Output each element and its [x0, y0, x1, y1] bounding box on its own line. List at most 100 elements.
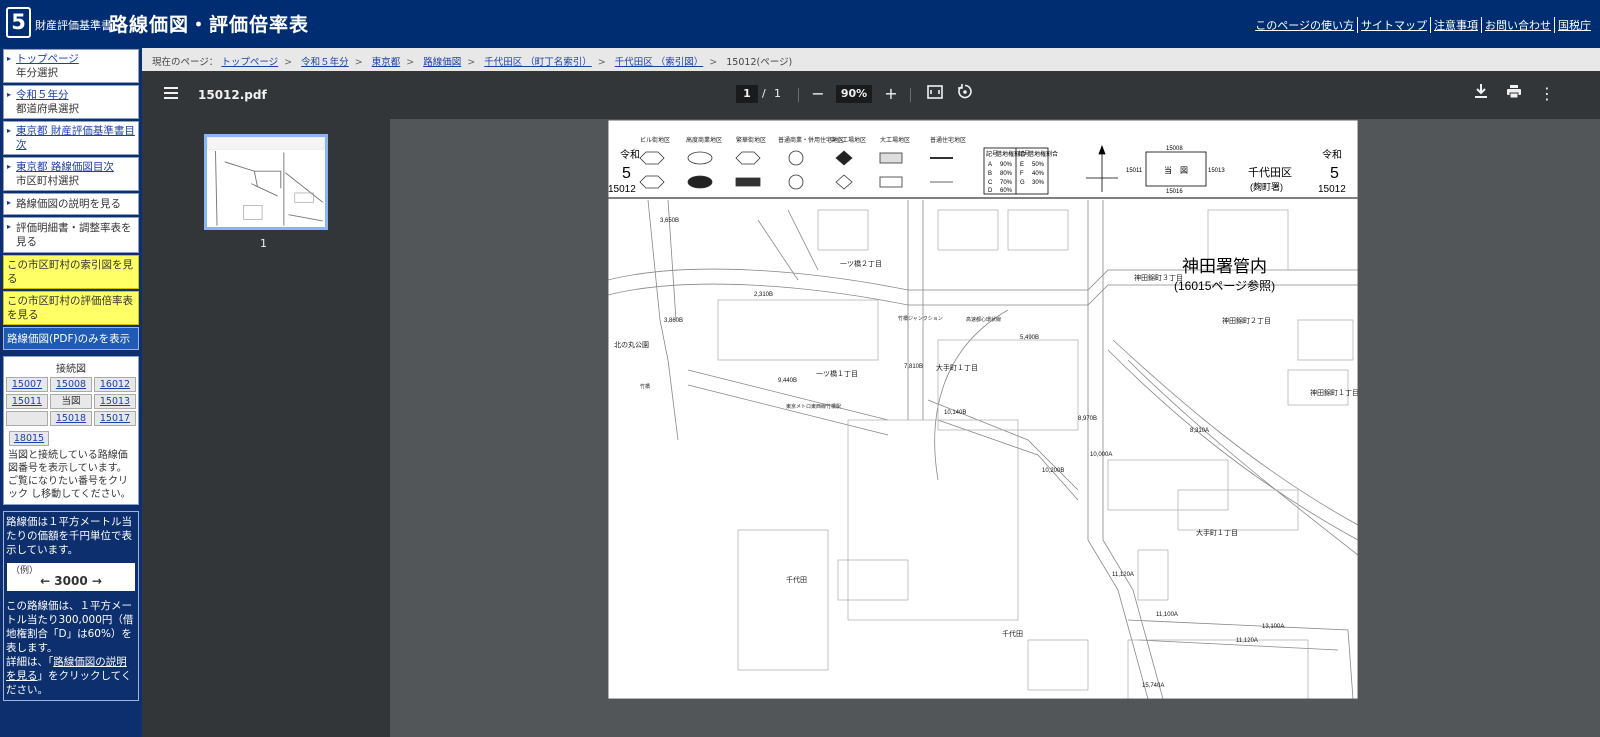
connection-cell: 18015	[9, 431, 49, 446]
nav-link-tokyo-index[interactable]: 東京都 財産評価基準書目次	[16, 124, 135, 152]
sidebar: トップページ年分選択 令和５年分都道府県選択 東京都 財産評価基準書目次 東京都…	[0, 48, 142, 737]
place-label: 神田錦町２丁目	[1222, 316, 1271, 325]
connection-link[interactable]: 15017	[100, 413, 130, 424]
nav-link-tokyo-map-index[interactable]: 東京都 路線価図目次	[16, 160, 135, 174]
pdf-only-button[interactable]: 路線価図(PDF)のみを表示	[3, 327, 139, 350]
breadcrumb-separator: >	[597, 57, 606, 68]
connection-link[interactable]: 15013	[100, 396, 130, 407]
breadcrumb-link[interactable]: 千代田区 （町丁名索引）	[484, 57, 592, 68]
logo-subtitle[interactable]: 財産評価基準書	[35, 17, 112, 33]
ratio-cell: E	[1020, 162, 1024, 168]
page-total: 1	[774, 87, 781, 100]
place-label: 一ツ橋１丁目	[816, 369, 858, 378]
breadcrumb-separator: >	[284, 57, 293, 68]
toolbar-divider	[798, 88, 799, 102]
connection-note: 当図と接続している路線価図番号を表示しています。ご覧になりたい番号をクリック し…	[8, 450, 131, 500]
breadcrumb-link[interactable]: 千代田区 （索引図）	[615, 57, 704, 68]
thumbnail-map-icon	[207, 137, 325, 227]
price-label: 15,740A	[1142, 683, 1164, 689]
ratio-cell: G	[1020, 180, 1025, 186]
link-nta[interactable]: 国税庁	[1554, 17, 1594, 33]
nav-link-year[interactable]: 令和５年分	[16, 88, 135, 102]
connection-link[interactable]: 18015	[14, 433, 44, 444]
connection-cell-empty	[6, 411, 48, 426]
ratio-cell: F	[1020, 171, 1024, 177]
pdf-viewer: 15012.pdf 1 / 1 − 90% + ⋮ 1 令和 5 15012 令…	[142, 71, 1600, 737]
price-label: 10,000A	[1090, 452, 1112, 458]
nav-sub-label: 年分選択	[16, 67, 58, 79]
place-label: 竹橋	[640, 383, 650, 390]
connection-cell: 16012	[94, 377, 136, 392]
pdf-page: 令和 5 15012 令和 5 15012 ビル街地区 高度商業地区 繁華街地区…	[608, 120, 1358, 699]
connection-cell: 15011	[6, 394, 48, 409]
link-notes[interactable]: 注意事項	[1430, 17, 1481, 33]
menu-icon[interactable]	[164, 87, 178, 99]
zoom-out-icon[interactable]: −	[807, 83, 829, 105]
fit-page-icon[interactable]	[924, 83, 946, 105]
ratio-cell: A	[988, 162, 992, 168]
nav-item-tokyo-map-index: 東京都 路線価図目次市区町村選択	[3, 157, 139, 191]
price-label: 13,100A	[1262, 624, 1284, 630]
connection-link[interactable]: 15011	[12, 396, 42, 407]
zoom-input[interactable]: 90%	[836, 85, 872, 103]
download-icon[interactable]	[1470, 83, 1492, 105]
nav-map-explanation[interactable]: 路線価図の説明を見る	[3, 193, 139, 215]
connection-cell: 15018	[50, 411, 92, 426]
index-left: 15011	[1126, 168, 1143, 174]
index-top: 15008	[1166, 146, 1183, 152]
zoom-in-icon[interactable]: +	[880, 83, 902, 105]
index-bottom: 15016	[1166, 189, 1183, 195]
breadcrumb-link[interactable]: トップページ	[221, 57, 278, 68]
thumbnail-page-number: 1	[260, 237, 267, 250]
link-sitemap[interactable]: サイトマップ	[1357, 17, 1430, 33]
logo-number-badge[interactable]: 5	[6, 7, 31, 38]
page-thumbnail[interactable]	[204, 134, 328, 230]
connection-link[interactable]: 15018	[56, 413, 86, 424]
connection-link[interactable]: 16012	[100, 379, 130, 390]
kanda-title: 神田署管内	[1182, 257, 1267, 276]
connection-link[interactable]: 15008	[56, 379, 86, 390]
price-label: 11,100A	[1156, 612, 1178, 618]
map-tax-office: (麹町署)	[1250, 181, 1283, 192]
route-price-map: 令和 5 15012 令和 5 15012 ビル街地区 高度商業地区 繁華街地区…	[608, 120, 1358, 699]
link-contact[interactable]: お問い合わせ	[1481, 17, 1554, 33]
legend-category: 繁華街地区	[736, 136, 766, 144]
breadcrumb-link[interactable]: 路線価図	[423, 57, 461, 68]
breadcrumb: 現在のページ： トップページ > 令和５年分 > 東京都 > 路線価図 > 千代田区 （…	[142, 48, 1600, 71]
price-label: 5,490B	[1020, 335, 1039, 341]
breadcrumb-link[interactable]: 令和５年分	[301, 57, 349, 68]
nav-detail-sheet[interactable]: 評価明細書・調整率表を見る	[3, 217, 139, 253]
place-label: 北の丸公園	[614, 340, 649, 349]
explanation-more: 詳細は、「路線価図の説明を見る」をクリックしてください。	[6, 655, 136, 697]
link-how-to-use[interactable]: このページの使い方	[1252, 17, 1357, 33]
map-era-left: 令和	[620, 148, 640, 161]
price-label: 3,860B	[664, 318, 683, 324]
ratio-cell: B	[988, 171, 992, 177]
connection-link[interactable]: 15007	[12, 379, 42, 390]
print-icon[interactable]	[1503, 83, 1525, 105]
page-number-input[interactable]: 1	[736, 85, 758, 103]
more-options-icon[interactable]: ⋮	[1536, 83, 1558, 105]
ratio-cell: 60%	[1000, 188, 1013, 194]
thumbnail-pane: 1	[142, 119, 390, 737]
nav-link-top[interactable]: トップページ	[16, 52, 135, 66]
highlight-index-map[interactable]: この市区町村の索引図を見る	[3, 255, 139, 289]
legend-category: 普通住宅地区	[930, 136, 966, 144]
site-title[interactable]: 路線価図・評価倍率表	[109, 10, 309, 37]
price-label: 11,120A	[1236, 638, 1258, 644]
pdf-toolbar: 15012.pdf 1 / 1 − 90% + ⋮	[142, 71, 1600, 119]
rotate-icon[interactable]	[954, 83, 976, 105]
price-label: 7,810B	[904, 364, 923, 370]
price-label: 10,200B	[1042, 468, 1064, 474]
ratio-cell: 90%	[1000, 162, 1013, 168]
breadcrumb-link[interactable]: 東京都	[372, 57, 401, 68]
breadcrumb-current: 15012(ページ)	[726, 57, 793, 68]
price-label: 8,310A	[1190, 428, 1209, 434]
header-links: このページの使い方 サイトマップ 注意事項 お問い合わせ 国税庁	[1252, 17, 1594, 33]
map-code-right: 15012	[1318, 184, 1346, 195]
nav-sub-label: 都道府県選択	[16, 103, 79, 115]
breadcrumb-separator: >	[467, 57, 476, 68]
highlight-multiplier-table[interactable]: この市区町村の評価倍率表を見る	[3, 291, 139, 325]
breadcrumb-prefix: 現在のページ：	[152, 57, 219, 68]
explanation-detail: この路線価は、１平方メートル当たり300,000円（借地権割合「D」は60%）を…	[6, 600, 134, 654]
